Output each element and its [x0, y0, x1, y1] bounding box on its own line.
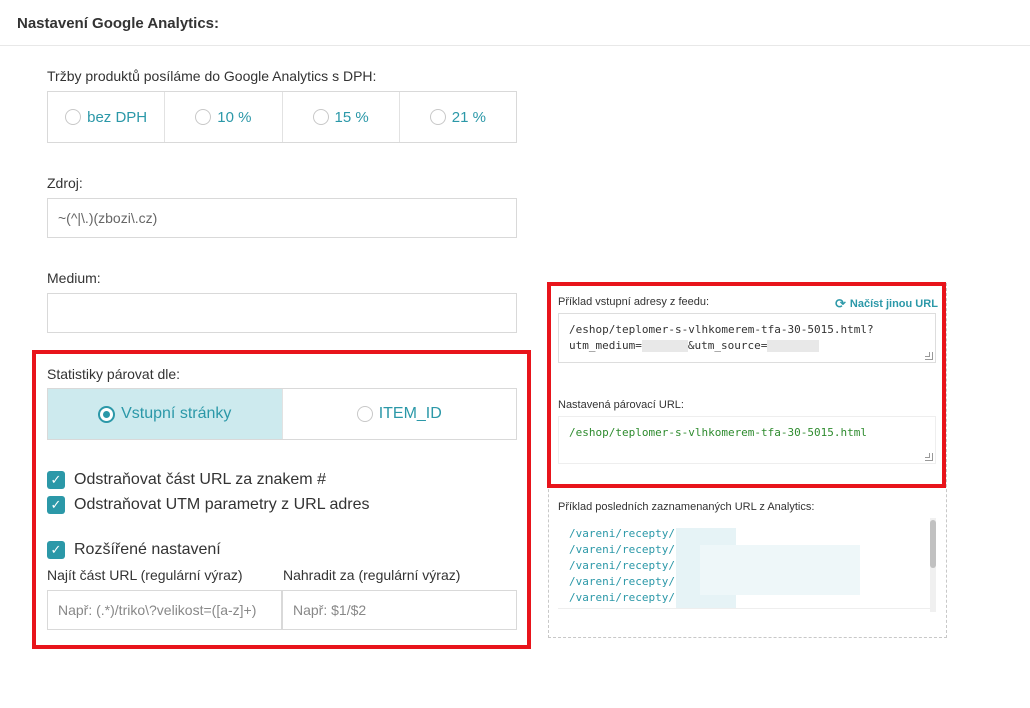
- recent-urls-list: /vareni/recepty/ /vareni/recepty/ /varen…: [569, 526, 675, 606]
- strip-utm-checkbox[interactable]: ✓ Odstraňovat UTM parametry z URL adres: [47, 496, 370, 514]
- recent-urls-label: Příklad posledních zaznamenaných URL z A…: [558, 501, 815, 513]
- refresh-icon: ⟳: [835, 296, 846, 311]
- vat-option-21[interactable]: 21 %: [400, 92, 516, 142]
- check-icon: ✓: [47, 471, 65, 489]
- vat-option-none[interactable]: bez DPH: [48, 92, 166, 142]
- redacted-area: [700, 545, 860, 595]
- match-label: Statistiky párovat dle:: [47, 366, 181, 382]
- match-option-label: ITEM_ID: [378, 405, 442, 422]
- source-input[interactable]: ~(^|\.)(zbozi\.cz): [47, 198, 517, 238]
- match-option-label: Vstupní stránky: [121, 405, 232, 422]
- feed-url-line2: utm_medium= &utm_source=: [569, 338, 925, 354]
- paired-url-label: Nastavená párovací URL:: [558, 399, 684, 411]
- radio-icon: [195, 109, 212, 125]
- strip-hash-checkbox[interactable]: ✓ Odstraňovat část URL za znakem #: [47, 471, 326, 489]
- radio-icon: [65, 109, 82, 125]
- radio-icon: [356, 406, 373, 422]
- find-regex-placeholder: Např: (.*)/triko\?velikost=([a-z]+): [58, 602, 257, 618]
- list-item: /vareni/recepty/: [569, 527, 675, 540]
- strip-utm-label: Odstraňovat UTM parametry z URL adres: [74, 496, 370, 513]
- radio-checked-icon: [98, 405, 116, 423]
- match-selector: Vstupní stránky ITEM_ID: [47, 388, 517, 440]
- radio-icon: [429, 109, 446, 125]
- vat-option-label: 15 %: [334, 108, 369, 126]
- page-title: Nastavení Google Analytics:: [17, 15, 220, 32]
- radio-icon: [312, 109, 329, 125]
- replace-regex-label: Nahradit za (regulární výraz): [283, 567, 461, 583]
- feed-url-line1: /eshop/teplomer-s-vlhkomerem-tfa-30-5015…: [569, 323, 874, 336]
- find-regex-input[interactable]: Např: (.*)/triko\?velikost=([a-z]+): [47, 590, 282, 630]
- recent-urls-scrollbar[interactable]: [930, 518, 936, 612]
- check-icon: ✓: [47, 541, 65, 559]
- list-item: /vareni/recepty/: [569, 575, 675, 588]
- paired-url-value: /eshop/teplomer-s-vlhkomerem-tfa-30-5015…: [569, 426, 868, 439]
- replace-regex-placeholder: Např: $1/$2: [293, 602, 367, 618]
- list-item: /vareni/recepty/: [569, 559, 675, 572]
- match-option-landing-pages[interactable]: Vstupní stránky: [48, 389, 283, 439]
- vat-label: Tržby produktů posíláme do Google Analyt…: [47, 68, 377, 84]
- resize-handle[interactable]: [925, 352, 933, 360]
- vat-option-label: bez DPH: [87, 108, 148, 126]
- vat-selector: bez DPH 10 % 15 % 21 %: [47, 91, 517, 143]
- scrollbar-thumb[interactable]: [930, 520, 936, 568]
- advanced-settings-label: Rozšířené nastavení: [74, 541, 221, 558]
- strip-hash-label: Odstraňovat část URL za znakem #: [74, 471, 326, 488]
- feed-url-label: Příklad vstupní adresy z feedu:: [558, 296, 710, 308]
- find-regex-label: Najít část URL (regulární výraz): [47, 567, 243, 583]
- feed-url-utm-medium: utm_medium=: [569, 339, 642, 352]
- list-item: /vareni/recepty/: [569, 543, 675, 556]
- reload-url-label: Načíst jinou URL: [849, 298, 938, 310]
- medium-label: Medium:: [47, 270, 101, 286]
- redacted-value: [767, 340, 820, 352]
- vat-option-label: 21 %: [451, 108, 486, 126]
- feed-url-utm-source: &utm_source=: [687, 339, 768, 352]
- reload-url-button[interactable]: ⟳ Načíst jinou URL: [835, 296, 938, 312]
- title-divider: [0, 45, 1030, 46]
- vat-option-15[interactable]: 15 %: [283, 92, 400, 142]
- source-value: ~(^|\.)(zbozi\.cz): [58, 210, 158, 226]
- check-icon: ✓: [47, 496, 65, 514]
- vat-option-10[interactable]: 10 %: [165, 92, 283, 142]
- medium-input[interactable]: [47, 293, 517, 333]
- feed-url-textarea[interactable]: /eshop/teplomer-s-vlhkomerem-tfa-30-5015…: [558, 313, 936, 363]
- paired-url-textarea[interactable]: /eshop/teplomer-s-vlhkomerem-tfa-30-5015…: [558, 416, 936, 464]
- advanced-settings-checkbox[interactable]: ✓ Rozšířené nastavení: [47, 541, 221, 559]
- source-label: Zdroj:: [47, 175, 83, 191]
- resize-handle[interactable]: [925, 453, 933, 461]
- redacted-value: [641, 340, 688, 352]
- match-option-item-id[interactable]: ITEM_ID: [283, 389, 517, 439]
- list-bottom-edge: [558, 608, 936, 614]
- replace-regex-input[interactable]: Např: $1/$2: [282, 590, 517, 630]
- list-item: /vareni/recepty/: [569, 591, 675, 604]
- vat-option-label: 10 %: [217, 108, 252, 126]
